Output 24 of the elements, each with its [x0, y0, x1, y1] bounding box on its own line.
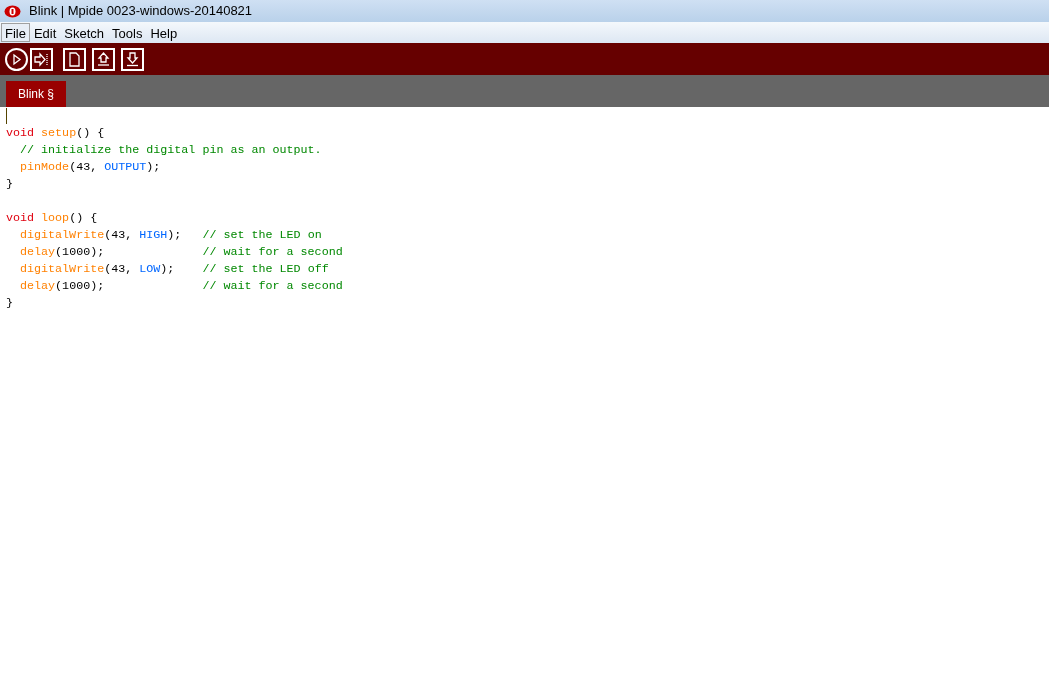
- text-cursor: [6, 108, 7, 124]
- menu-item[interactable]: Sketch: [60, 23, 109, 42]
- code-line: void loop() {: [6, 210, 98, 227]
- upload-icon[interactable]: [92, 47, 115, 71]
- code-line: }: [6, 295, 13, 312]
- play-icon[interactable]: [5, 47, 28, 71]
- arrow-right-icon[interactable]: [30, 47, 53, 71]
- code-line: digitalWrite(43, LOW); // set the LED off: [19, 261, 329, 278]
- new-file-icon[interactable]: [63, 47, 86, 71]
- app-logo-icon: [4, 4, 21, 18]
- window-title: Blink | Mpide 0023-windows-20140821: [29, 2, 253, 21]
- code-line: delay(1000); // wait for a second: [19, 278, 343, 295]
- menu-item[interactable]: Tools: [108, 23, 147, 42]
- code-line: void setup() {: [6, 125, 105, 142]
- menu-item[interactable]: File: [1, 23, 30, 42]
- code-line: delay(1000); // wait for a second: [19, 244, 343, 261]
- code-line: }: [6, 176, 13, 193]
- menu-item[interactable]: Help: [146, 23, 182, 42]
- code-line: digitalWrite(43, HIGH); // set the LED on: [19, 227, 322, 244]
- code-line: // initialize the digital pin as an output.: [19, 142, 322, 159]
- menu-item[interactable]: Edit: [29, 23, 61, 42]
- editor-tab[interactable]: Blink §: [6, 81, 67, 107]
- download-icon[interactable]: [121, 47, 144, 71]
- code-line: pinMode(43, OUTPUT);: [19, 159, 161, 176]
